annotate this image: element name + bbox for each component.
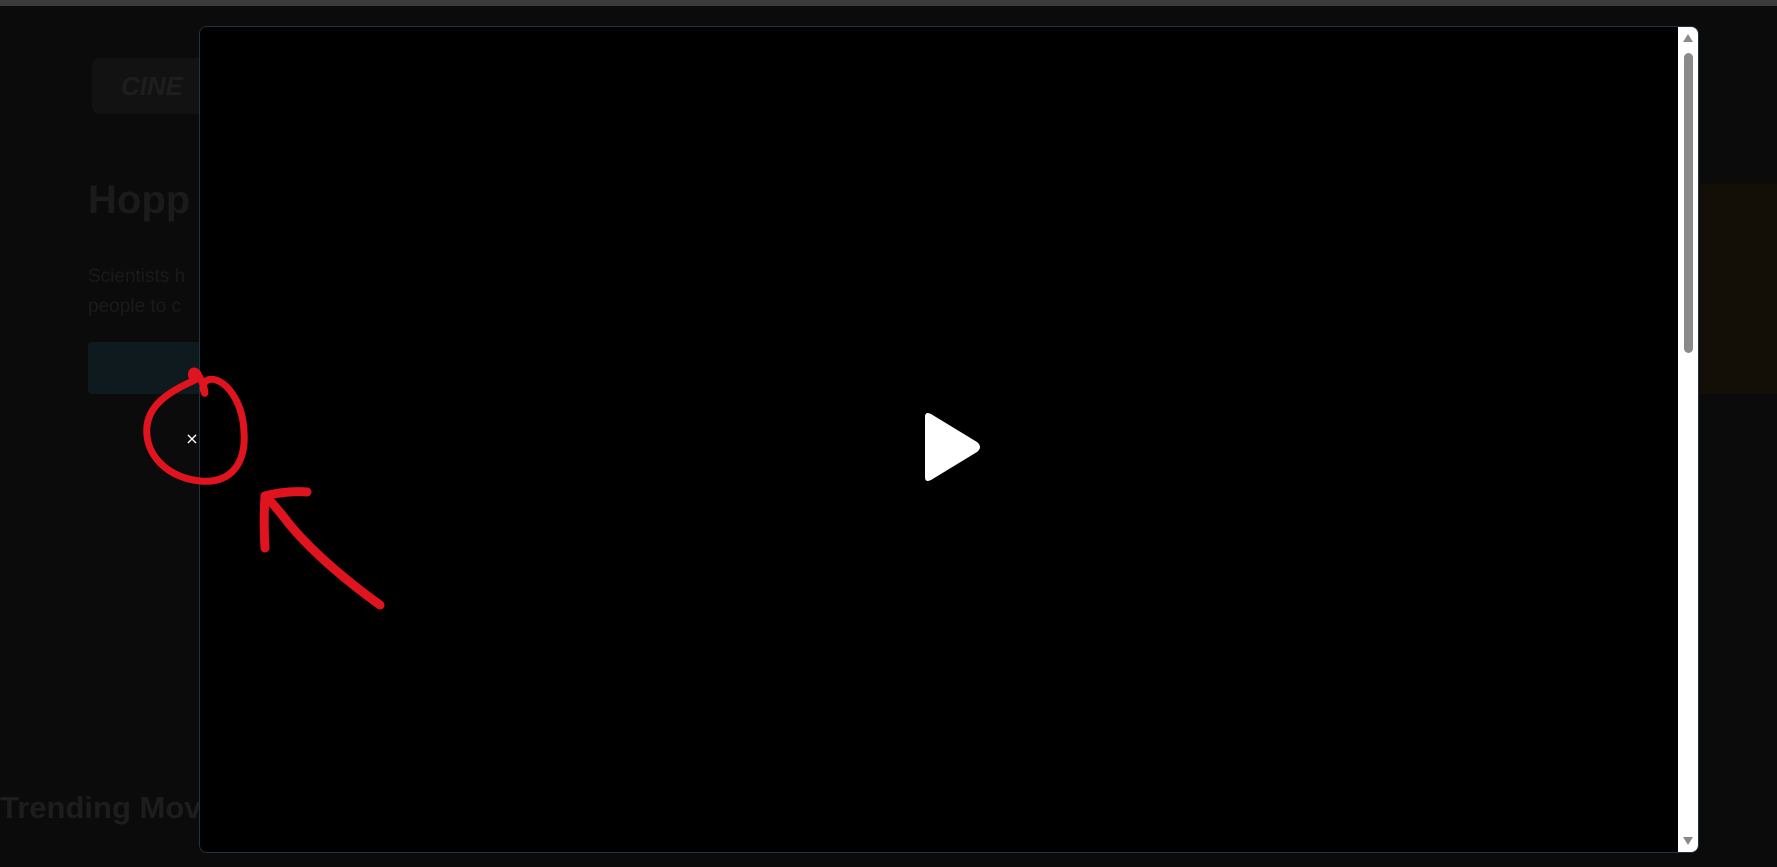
hero-backdrop-image	[1700, 184, 1777, 394]
site-logo: CINE	[92, 58, 212, 114]
video-player[interactable]	[200, 27, 1678, 852]
scroll-up-arrow-icon	[1683, 34, 1693, 42]
modal-scrollbar[interactable]	[1678, 27, 1698, 852]
scrollbar-thumb[interactable]	[1684, 53, 1693, 353]
hero-title: Hopp	[88, 178, 191, 222]
play-icon	[925, 413, 980, 481]
close-modal-button[interactable]: ×	[183, 430, 201, 448]
video-modal	[199, 26, 1699, 853]
scroll-down-arrow-icon	[1683, 837, 1693, 845]
play-button[interactable]	[915, 409, 985, 485]
scroll-up-button[interactable]	[1681, 31, 1695, 45]
trending-movies-heading: Trending Mov	[0, 790, 202, 825]
scroll-down-button[interactable]	[1681, 834, 1695, 848]
